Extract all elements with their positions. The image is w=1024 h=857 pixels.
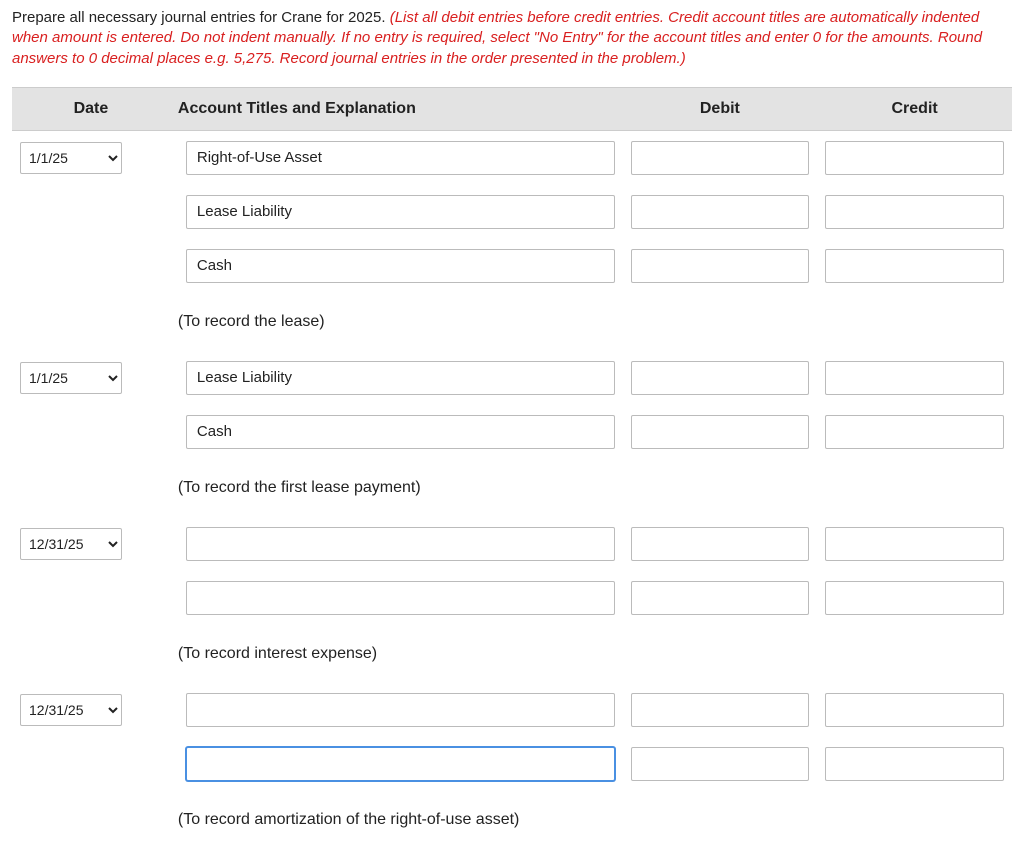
header-debit: Debit (623, 87, 818, 130)
instructions-normal: Prepare all necessary journal entries fo… (12, 9, 390, 26)
journal-table: Date Account Titles and Explanation Debi… (12, 87, 1012, 849)
table-row (12, 737, 1012, 791)
table-row: (To record the lease) (12, 293, 1012, 351)
debit-input[interactable] (631, 195, 810, 229)
date-select-1[interactable]: 1/1/25 (20, 142, 122, 174)
credit-input[interactable] (825, 747, 1004, 781)
debit-input[interactable] (631, 141, 810, 175)
debit-input[interactable] (631, 581, 810, 615)
debit-input[interactable] (631, 747, 810, 781)
explanation-text: (To record the first lease payment) (178, 469, 615, 507)
table-row: 12/31/25 (12, 683, 1012, 737)
instructions-block: Prepare all necessary journal entries fo… (12, 8, 1012, 69)
credit-input[interactable] (825, 693, 1004, 727)
debit-input[interactable] (631, 249, 810, 283)
table-row (12, 185, 1012, 239)
header-credit: Credit (817, 87, 1012, 130)
credit-input[interactable] (825, 195, 1004, 229)
debit-input[interactable] (631, 361, 810, 395)
explanation-text: (To record interest expense) (178, 635, 615, 673)
account-title-input[interactable] (186, 249, 615, 283)
table-row: (To record the first lease payment) (12, 459, 1012, 517)
account-title-input[interactable] (186, 693, 615, 727)
header-date: Date (12, 87, 170, 130)
account-title-input[interactable] (186, 141, 615, 175)
table-row: 12/31/25 (12, 517, 1012, 571)
table-row: 1/1/25 (12, 351, 1012, 405)
account-title-input[interactable] (186, 581, 615, 615)
account-title-input[interactable] (186, 195, 615, 229)
table-row (12, 239, 1012, 293)
date-select-2[interactable]: 1/1/25 (20, 362, 122, 394)
table-row (12, 405, 1012, 459)
account-title-input[interactable] (186, 527, 615, 561)
debit-input[interactable] (631, 415, 810, 449)
account-title-input-focused[interactable] (186, 747, 615, 781)
date-select-3[interactable]: 12/31/25 (20, 528, 122, 560)
debit-input[interactable] (631, 693, 810, 727)
header-account: Account Titles and Explanation (170, 87, 623, 130)
header-row: Date Account Titles and Explanation Debi… (12, 87, 1012, 130)
credit-input[interactable] (825, 415, 1004, 449)
account-title-input[interactable] (186, 361, 615, 395)
account-title-input[interactable] (186, 415, 615, 449)
credit-input[interactable] (825, 249, 1004, 283)
table-row: 1/1/25 (12, 130, 1012, 185)
credit-input[interactable] (825, 581, 1004, 615)
date-select-4[interactable]: 12/31/25 (20, 694, 122, 726)
credit-input[interactable] (825, 527, 1004, 561)
explanation-text: (To record amortization of the right-of-… (178, 801, 615, 839)
table-row (12, 571, 1012, 625)
credit-input[interactable] (825, 361, 1004, 395)
debit-input[interactable] (631, 527, 810, 561)
explanation-text: (To record the lease) (178, 303, 615, 341)
table-row: (To record amortization of the right-of-… (12, 791, 1012, 849)
credit-input[interactable] (825, 141, 1004, 175)
table-row: (To record interest expense) (12, 625, 1012, 683)
